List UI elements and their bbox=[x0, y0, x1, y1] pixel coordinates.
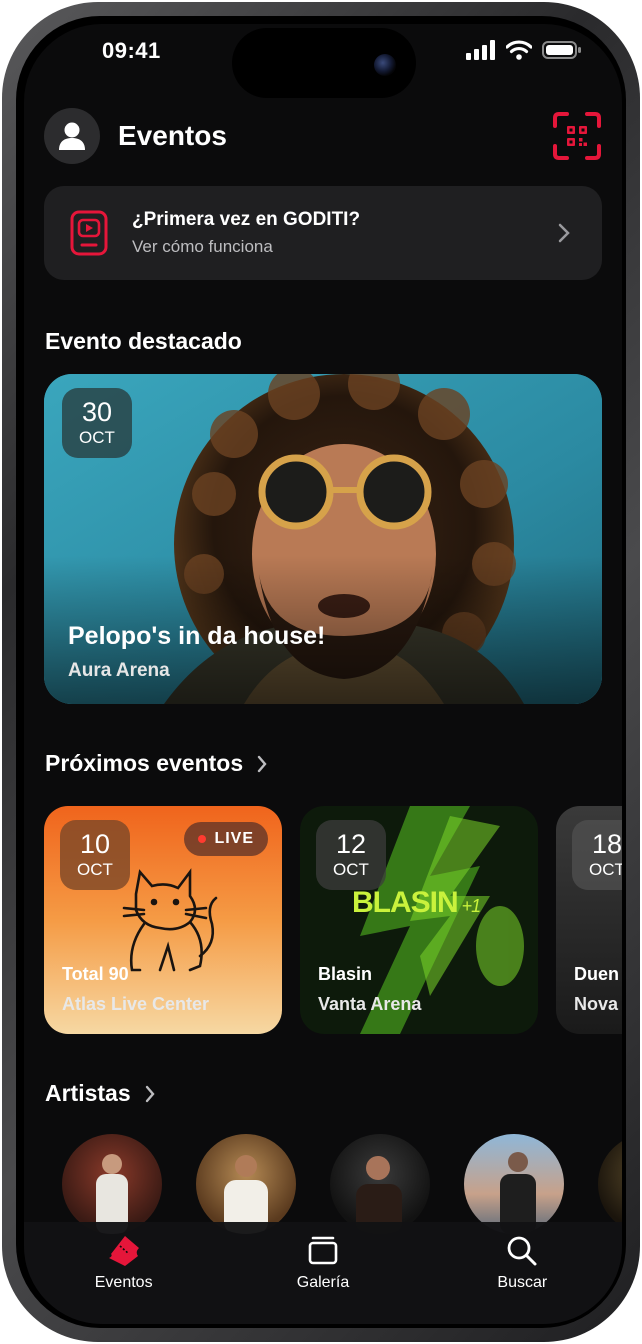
date-day: 30 bbox=[81, 397, 113, 427]
event-title: Duen bbox=[574, 964, 619, 984]
onboarding-banner[interactable]: ¿Primera vez en GODITI? Ver cómo funcion… bbox=[44, 186, 602, 280]
header: Eventos bbox=[44, 106, 602, 166]
event-venue: Nova bbox=[574, 994, 619, 1014]
featured-event-venue: Aura Arena bbox=[68, 660, 170, 681]
artists-section-label: Artistas bbox=[45, 1080, 131, 1106]
date-day: 12 bbox=[335, 829, 367, 859]
screen: 09:41 Eventos ¿Primera vez en GODITI? Ve… bbox=[24, 24, 622, 1324]
artist-avatar[interactable] bbox=[598, 1134, 622, 1234]
battery-icon bbox=[542, 41, 581, 59]
tab-eventos[interactable]: Eventos bbox=[24, 1222, 223, 1324]
date-badge: 10 OCT bbox=[60, 820, 130, 890]
artists-carousel[interactable] bbox=[62, 1134, 622, 1234]
upcoming-section-label: Próximos eventos bbox=[45, 750, 244, 776]
blasin-logo-signature: +1 bbox=[461, 896, 482, 916]
tab-label: Galería bbox=[296, 1274, 350, 1291]
upcoming-section-header[interactable]: Próximos eventos bbox=[45, 750, 267, 777]
chevron-right-icon bbox=[257, 755, 267, 772]
upcoming-events-carousel[interactable]: 10 OCT LIVE Total 90 Atlas Live Center B… bbox=[44, 806, 622, 1034]
gallery-icon bbox=[308, 1236, 338, 1265]
qr-scan-icon bbox=[553, 112, 601, 160]
date-badge: 30 OCT bbox=[62, 388, 132, 458]
event-title: Total 90 bbox=[62, 964, 129, 984]
event-title: Blasin bbox=[318, 964, 373, 984]
page-title: Eventos bbox=[118, 120, 227, 151]
search-icon bbox=[507, 1236, 537, 1266]
tab-label: Eventos bbox=[94, 1274, 153, 1291]
artist-photo bbox=[500, 1152, 536, 1234]
dynamic-island bbox=[232, 28, 416, 98]
date-month: OCT bbox=[77, 860, 113, 879]
signal-icon bbox=[466, 40, 495, 60]
event-card[interactable]: BLASIN +1 12 OCT Blasin Vanta Arena bbox=[300, 806, 538, 1034]
tab-bar: Eventos Galería Buscar bbox=[24, 1222, 622, 1324]
banner-subtitle: Ver cómo funciona bbox=[132, 237, 273, 256]
artist-avatar[interactable] bbox=[464, 1134, 564, 1234]
chevron-right-icon bbox=[558, 223, 570, 243]
artists-section-header[interactable]: Artistas bbox=[45, 1080, 155, 1107]
date-day: 18 bbox=[591, 829, 622, 859]
featured-section-title: Evento destacado bbox=[45, 328, 242, 355]
date-badge: 18 OCT bbox=[572, 820, 622, 890]
tab-label: Buscar bbox=[497, 1274, 548, 1291]
status-time: 09:41 bbox=[102, 38, 161, 63]
artist-photo bbox=[96, 1154, 128, 1234]
ticket-icon bbox=[108, 1236, 139, 1266]
featured-event-card[interactable]: 30 OCT Pelopo's in da house! Aura Arena bbox=[44, 374, 602, 704]
artist-avatar[interactable] bbox=[196, 1134, 296, 1234]
date-month: OCT bbox=[79, 428, 115, 447]
artist-photo bbox=[356, 1156, 402, 1234]
event-venue: Vanta Arena bbox=[318, 994, 422, 1014]
date-day: 10 bbox=[79, 829, 111, 859]
phone-frame: 09:41 Eventos ¿Primera vez en GODITI? Ve… bbox=[2, 2, 640, 1342]
user-icon bbox=[59, 122, 85, 150]
wifi-icon bbox=[506, 40, 532, 60]
date-month: OCT bbox=[333, 860, 369, 879]
artist-avatar[interactable] bbox=[62, 1134, 162, 1234]
artist-photo bbox=[224, 1155, 268, 1234]
qr-scan-button[interactable] bbox=[552, 111, 602, 161]
featured-section-label: Evento destacado bbox=[45, 328, 242, 354]
date-badge: 12 OCT bbox=[316, 820, 386, 890]
video-guide-icon bbox=[70, 210, 108, 256]
tab-buscar[interactable]: Buscar bbox=[423, 1222, 622, 1324]
live-dot-icon bbox=[198, 835, 207, 843]
featured-event-title: Pelopo's in da house! bbox=[68, 622, 326, 650]
date-month: OCT bbox=[589, 860, 622, 879]
profile-button[interactable] bbox=[44, 108, 100, 164]
blasin-logo-text: BLASIN bbox=[352, 886, 459, 919]
banner-title: ¿Primera vez en GODITI? bbox=[132, 209, 361, 230]
status-icons bbox=[466, 40, 582, 60]
tab-galeria[interactable]: Galería bbox=[223, 1222, 422, 1324]
event-venue: Atlas Live Center bbox=[62, 994, 210, 1014]
blasin-logo: BLASIN +1 bbox=[352, 886, 482, 920]
event-card[interactable]: 10 OCT LIVE Total 90 Atlas Live Center bbox=[44, 806, 282, 1034]
chevron-right-icon bbox=[145, 1085, 155, 1102]
event-card[interactable]: 18 OCT Duen Nova bbox=[556, 806, 622, 1034]
camera-icon bbox=[374, 54, 396, 76]
live-badge: LIVE bbox=[184, 822, 268, 856]
artist-avatar[interactable] bbox=[330, 1134, 430, 1234]
live-label: LIVE bbox=[214, 830, 254, 847]
